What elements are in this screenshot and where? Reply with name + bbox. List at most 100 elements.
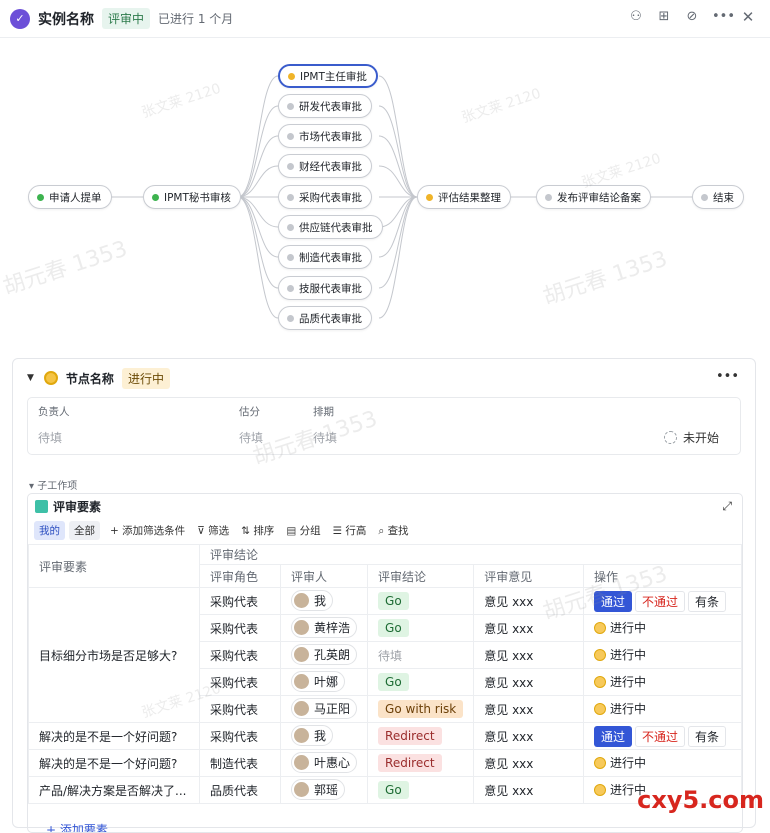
sort-button[interactable]: ⇅ 排序: [239, 523, 276, 538]
flow-connectors: [107, 75, 692, 319]
opinion-cell[interactable]: 意见 xxx: [473, 695, 584, 723]
more-icon[interactable]: •••: [716, 369, 739, 384]
conclusion-cell[interactable]: Redirect: [367, 749, 475, 777]
conclusion-cell[interactable]: Go: [367, 614, 475, 642]
more-icon[interactable]: •••: [712, 9, 735, 25]
flow-node-rd[interactable]: 研发代表审批: [278, 94, 372, 118]
flow-node-secretary[interactable]: IPMT秘书审核: [143, 185, 241, 209]
opinion-cell[interactable]: 意见 xxx: [473, 668, 584, 696]
reviewer-cell[interactable]: 孔英朗: [280, 641, 369, 669]
flow-node-quality[interactable]: 品质代表审批: [278, 306, 372, 330]
approve-button[interactable]: 通过: [594, 725, 633, 747]
reject-button[interactable]: 不通过: [635, 590, 686, 612]
role-cell[interactable]: 采购代表: [198, 587, 282, 615]
link-icon[interactable]: ⊘: [684, 9, 700, 25]
filter-mine[interactable]: 我的: [34, 520, 65, 540]
node-status-badge[interactable]: 进行中: [121, 367, 170, 389]
close-icon[interactable]: ✕: [740, 9, 756, 25]
element-cell[interactable]: 解决的是不是一个好问题?: [28, 722, 200, 750]
opinion-cell[interactable]: 意见 xxx: [473, 776, 584, 804]
filter-all[interactable]: 全部: [69, 520, 100, 540]
reviewer-name: 叶娜: [314, 675, 339, 689]
filter-button[interactable]: ⊽ 筛选: [195, 523, 231, 538]
conclusion-cell[interactable]: 待填: [367, 641, 475, 669]
reject-button[interactable]: 不通过: [635, 725, 686, 747]
flow-node-publish[interactable]: 发布评审结论备案: [536, 185, 651, 209]
conclusion-cell[interactable]: Go: [367, 587, 475, 615]
element-cell[interactable]: 产品/解决方案是否解决了...: [28, 776, 200, 804]
group-button[interactable]: ▤ 分组: [284, 523, 322, 538]
flow-node-label: IPMT秘书审核: [164, 191, 231, 204]
reviewer-name: 叶惠心: [314, 756, 351, 770]
conclusion-cell[interactable]: Go: [367, 776, 475, 804]
flow-node-market[interactable]: 市场代表审批: [278, 124, 372, 148]
subtasks-label[interactable]: ▾ 子工作项: [29, 477, 77, 492]
in-progress-icon: [594, 621, 606, 634]
actions-cell: 通过 不通过 有条: [583, 722, 742, 750]
role-cell[interactable]: 采购代表: [198, 722, 282, 750]
table-row[interactable]: 解决的是不是一个好问题? 采购代表 我 Redirect 意见 xxx 通过 不通…: [28, 722, 742, 750]
schedule-field[interactable]: 待填: [313, 429, 337, 446]
find-button[interactable]: ⌕ 查找: [376, 523, 410, 538]
owner-field[interactable]: 待填: [38, 429, 62, 446]
conditional-button[interactable]: 有条: [688, 590, 727, 612]
conclusion-cell[interactable]: Go with risk: [367, 695, 475, 723]
reviewer-cell[interactable]: 我: [280, 722, 369, 750]
opinion-cell[interactable]: 意见 xxx: [473, 587, 584, 615]
in-progress-text: 进行中: [610, 756, 647, 771]
add-element-button[interactable]: + 添加要素: [46, 821, 108, 832]
flow-node-tech-service[interactable]: 技服代表审批: [278, 276, 372, 300]
element-cell[interactable]: 解决的是不是一个好问题?: [28, 749, 200, 777]
conclusion-tag: Go: [378, 619, 409, 637]
reviewer-cell[interactable]: 黄梓浩: [280, 614, 369, 642]
reviewer-cell[interactable]: 叶惠心: [280, 749, 369, 777]
flow-node-summary[interactable]: 评估结果整理: [417, 185, 511, 209]
role-cell[interactable]: 采购代表: [198, 641, 282, 669]
collapse-icon[interactable]: ▼: [27, 373, 34, 383]
flow-node-purchase[interactable]: 采购代表审批: [278, 185, 372, 209]
role-cell[interactable]: 采购代表: [198, 668, 282, 696]
table-row[interactable]: 解决的是不是一个好问题? 制造代表 叶惠心 Redirect 意见 xxx 进行…: [28, 749, 742, 777]
flow-node-manufacturing[interactable]: 制造代表审批: [278, 245, 372, 269]
node-fields: 负责人 待填 估分 待填 排期 待填 未开始: [27, 397, 741, 455]
flow-node-director[interactable]: IPMT主任审批: [278, 64, 378, 88]
conditional-button[interactable]: 有条: [688, 725, 727, 747]
conclusion-cell[interactable]: Go: [367, 668, 475, 696]
reviewer-cell[interactable]: 马正阳: [280, 695, 369, 723]
add-filter-button[interactable]: + 添加筛选条件: [108, 523, 187, 538]
score-field[interactable]: 待填: [239, 429, 263, 446]
opinion-cell[interactable]: 意见 xxx: [473, 614, 584, 642]
members-icon[interactable]: ⚇: [628, 9, 644, 25]
role-cell[interactable]: 制造代表: [198, 749, 282, 777]
check-circle-icon: ✓: [10, 8, 30, 29]
reviewer-cell[interactable]: 叶娜: [280, 668, 369, 696]
conclusion-cell[interactable]: Redirect: [367, 722, 475, 750]
col-header-actions: 操作: [583, 564, 742, 588]
flow-node-label: 评估结果整理: [438, 191, 501, 204]
opinion-cell[interactable]: 意见 xxx: [473, 722, 584, 750]
reviewer-cell[interactable]: 郭瑶: [280, 776, 369, 804]
conclusion-tag: Go: [378, 781, 409, 799]
reviewer-name: 马正阳: [314, 702, 351, 716]
reviewer-cell[interactable]: 我: [280, 587, 369, 615]
flow-node-start[interactable]: 申请人提单: [28, 185, 112, 209]
progress-status[interactable]: 未开始: [664, 429, 719, 446]
flow-node-end[interactable]: 结束: [692, 185, 744, 209]
row-height-button[interactable]: ☰ 行高: [331, 523, 369, 538]
bookmark-icon[interactable]: ⊞: [656, 9, 672, 25]
table-row[interactable]: 目标细分市场是否足够大? 采购代表 我 Go 意见 xxx 通过 不通过 有条: [28, 587, 742, 723]
role-cell[interactable]: 采购代表: [198, 695, 282, 723]
element-cell[interactable]: 目标细分市场是否足够大?: [28, 587, 200, 723]
actions-cell: 进行中: [583, 614, 742, 642]
opinion-cell[interactable]: 意见 xxx: [473, 641, 584, 669]
approve-button[interactable]: 通过: [594, 590, 633, 612]
reviewer-name: 孔英朗: [314, 648, 351, 662]
flow-node-finance[interactable]: 财经代表审批: [278, 154, 372, 178]
role-cell[interactable]: 采购代表: [198, 614, 282, 642]
review-table-view: 评审要素 ⤢ 我的 全部 + 添加筛选条件 ⊽ 筛选 ⇅ 排序 ▤ 分组 ☰ 行…: [27, 493, 743, 833]
table-row[interactable]: 产品/解决方案是否解决了... 品质代表 郭瑶 Go 意见 xxx 进行中: [28, 776, 742, 804]
role-cell[interactable]: 品质代表: [198, 776, 282, 804]
expand-icon[interactable]: ⤢: [722, 499, 732, 514]
flow-node-supply[interactable]: 供应链代表审批: [278, 215, 383, 239]
opinion-cell[interactable]: 意见 xxx: [473, 749, 584, 777]
